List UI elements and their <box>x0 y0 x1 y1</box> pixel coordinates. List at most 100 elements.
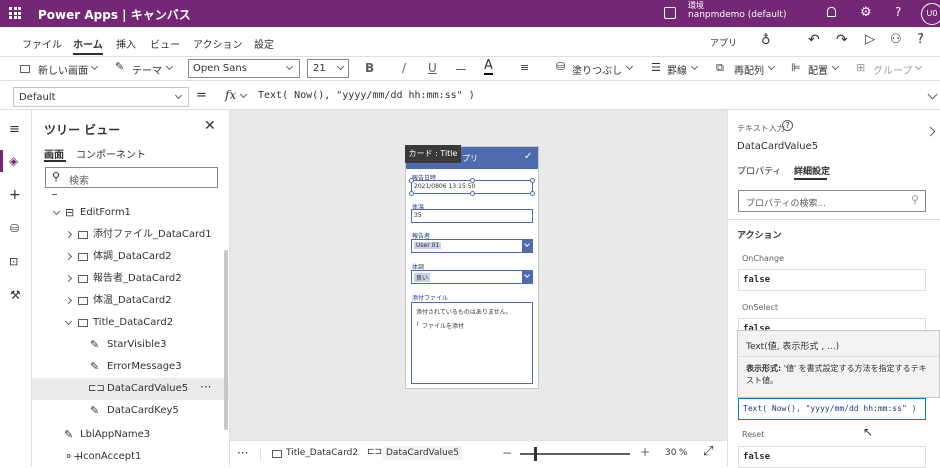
tree-item-condition-card[interactable]: 体調_DataCard2 <box>32 246 230 268</box>
tools-icon[interactable]: ⚒ <box>10 288 21 302</box>
underline-button[interactable]: U <box>428 61 437 75</box>
tree-search-input[interactable]: 検索 <box>69 172 89 187</box>
gear-icon[interactable]: ⚙ <box>860 5 872 20</box>
selection-handle[interactable] <box>470 191 475 196</box>
zoom-in-button[interactable]: + <box>640 445 650 459</box>
bold-button[interactable]: B <box>365 61 374 75</box>
expand-formula-icon[interactable] <box>927 89 938 100</box>
info-icon[interactable]: ? <box>782 120 793 131</box>
fit-to-screen-icon[interactable]: ⤢ <box>703 444 713 459</box>
zoom-out-button[interactable]: − <box>502 446 512 460</box>
menu-view[interactable]: ビュー <box>150 36 180 51</box>
tree-item-reporter-card[interactable]: 報告者_DataCard2 <box>32 268 230 290</box>
property-search-input[interactable]: プロパティの検索... <box>746 196 826 209</box>
tree-item-errormessage3[interactable]: ✎ ErrorMessage3 <box>32 356 230 378</box>
app-screen-preview[interactable]: プリ ✓ 報告日時 2021/0806 13:15:50 体温 35 報告者 U… <box>405 146 539 389</box>
menu-file[interactable]: ファイル <box>22 36 62 51</box>
default-formula-input[interactable]: Text( Now(), "yyyy/mm/dd hh:mm:ss" ) <box>738 398 926 420</box>
accept-icon[interactable]: ✓ <box>524 151 532 162</box>
tree-scrollbar[interactable] <box>224 250 228 430</box>
environment-name[interactable]: nanpmdemo (default) <box>688 10 786 20</box>
tree-item-datacardkey5[interactable]: ✎ DataCardKey5 <box>32 400 230 422</box>
border-button[interactable]: 罫線 <box>667 62 687 77</box>
strikethrough-button[interactable]: ー <box>455 61 467 78</box>
design-canvas[interactable]: プリ ✓ 報告日時 2021/0806 13:15:50 体温 35 報告者 U… <box>230 110 727 440</box>
chevron-down-icon[interactable] <box>64 317 73 326</box>
bell-icon[interactable] <box>827 7 836 17</box>
selection-handle[interactable] <box>470 178 475 183</box>
menu-action[interactable]: アクション <box>193 36 243 51</box>
breadcrumb-title-card[interactable]: Title_DataCard2 <box>286 448 358 458</box>
reorder-button[interactable]: 再配列 <box>734 62 764 77</box>
tree-item-datacardvalue5[interactable]: ⊏⊐ DataCardValue5 ··· <box>32 378 230 400</box>
tree-item-title-card[interactable]: Title_DataCard2 <box>32 312 230 334</box>
italic-button[interactable]: / <box>402 61 406 75</box>
text-align-icon[interactable]: ≡ <box>520 61 529 74</box>
collapse-panel-icon[interactable] <box>925 126 936 137</box>
prop-onchange-input[interactable]: false <box>738 269 926 291</box>
condition-dropdown[interactable]: 良い <box>411 270 533 284</box>
zoom-slider-thumb[interactable] <box>534 447 537 461</box>
chevron-right-icon[interactable] <box>64 296 73 305</box>
tab-properties[interactable]: プロパティ <box>737 164 781 177</box>
prop-reset-input[interactable]: false <box>738 446 926 468</box>
reporter-dropdown[interactable]: User 01 <box>411 239 533 253</box>
property-select[interactable]: Default <box>13 87 189 107</box>
media-icon[interactable]: ⊡ <box>9 255 18 268</box>
attach-file-button[interactable]: ファイルを添付 <box>422 321 464 330</box>
undo-icon[interactable]: ↶ <box>808 32 820 48</box>
theme-button[interactable]: テーマ <box>132 62 162 77</box>
tree-item-attachment-card[interactable]: 添付ファイル_DataCard1 <box>32 224 230 246</box>
play-icon[interactable]: ▷ <box>865 32 875 47</box>
zoom-level[interactable]: 30 <box>665 448 676 458</box>
more-options-icon[interactable]: ··· <box>237 446 248 460</box>
new-screen-button[interactable]: 新しい画面 <box>38 62 88 77</box>
chevron-right-icon[interactable] <box>64 274 73 283</box>
tab-components[interactable]: コンポーネント <box>76 146 146 161</box>
tree-item-iconaccept1[interactable]: ⚬+ IconAccept1 <box>32 446 230 468</box>
font-size-select[interactable]: 21 <box>307 59 349 78</box>
fill-button[interactable]: 塗りつぶし <box>572 62 622 77</box>
formula-input-box[interactable] <box>250 87 920 107</box>
share-user-icon[interactable]: ⚇ <box>890 32 902 47</box>
tree-item-starvisible3[interactable]: ✎ StarVisible3 <box>32 334 230 356</box>
database-icon[interactable]: ⛁ <box>10 222 19 235</box>
tree-item-temperature-card[interactable]: 体温_DataCard2 <box>32 290 230 312</box>
font-family-select[interactable]: Open Sans <box>188 59 300 78</box>
redo-icon[interactable]: ↷ <box>836 32 848 48</box>
selection-handle[interactable] <box>530 178 535 183</box>
chevron-right-icon[interactable] <box>64 252 73 261</box>
help-icon-menu[interactable]: ? <box>917 32 924 47</box>
fx-button[interactable]: fx <box>225 88 236 102</box>
menu-settings[interactable]: 設定 <box>254 36 274 51</box>
chevron-down-icon[interactable] <box>52 207 61 216</box>
waffle-icon[interactable] <box>9 7 21 19</box>
close-icon[interactable]: ✕ <box>204 118 216 134</box>
plus-icon[interactable]: + <box>9 187 21 203</box>
menu-insert[interactable]: 挿入 <box>116 36 136 51</box>
menu-home[interactable]: ホーム <box>73 36 103 51</box>
more-options-icon[interactable]: ··· <box>200 376 211 398</box>
chevron-right-icon[interactable] <box>64 230 73 239</box>
datacardvalue5-input[interactable]: 2021/0806 13:15:50 <box>409 178 535 196</box>
tab-screens[interactable]: 画面 <box>44 146 64 161</box>
group-button[interactable]: グループ <box>873 62 912 77</box>
tree-search-box[interactable]: ⚲ 検索 <box>45 167 218 188</box>
property-search-box[interactable]: プロパティの検索... ⚲ <box>738 190 926 212</box>
avatar[interactable]: U0 <box>921 3 940 25</box>
stethoscope-icon[interactable]: ♁ <box>761 33 771 48</box>
selection-handle[interactable] <box>409 178 414 183</box>
font-color-button[interactable]: A <box>484 59 493 75</box>
help-icon[interactable]: ? <box>895 5 901 19</box>
hamburger-icon[interactable]: ≡ <box>9 122 20 137</box>
app-checker-label[interactable]: アプリ <box>710 36 737 49</box>
align-button[interactable]: 配置 <box>808 62 828 77</box>
temperature-input[interactable]: 35 <box>411 209 533 223</box>
selection-handle[interactable] <box>409 191 414 196</box>
tab-advanced[interactable]: 詳細設定 <box>794 164 830 177</box>
tree-item-editform1[interactable]: ⊟ EditForm1 <box>32 202 230 224</box>
attachment-control[interactable]: 添付されているものはありません。 ⌇ ファイルを添付 <box>411 302 533 384</box>
breadcrumb-datacardvalue5[interactable]: DataCardValue5 <box>383 446 462 460</box>
tree-item-lblappname3[interactable]: ✎ LblAppName3 <box>32 424 230 446</box>
selection-handle[interactable] <box>530 191 535 196</box>
